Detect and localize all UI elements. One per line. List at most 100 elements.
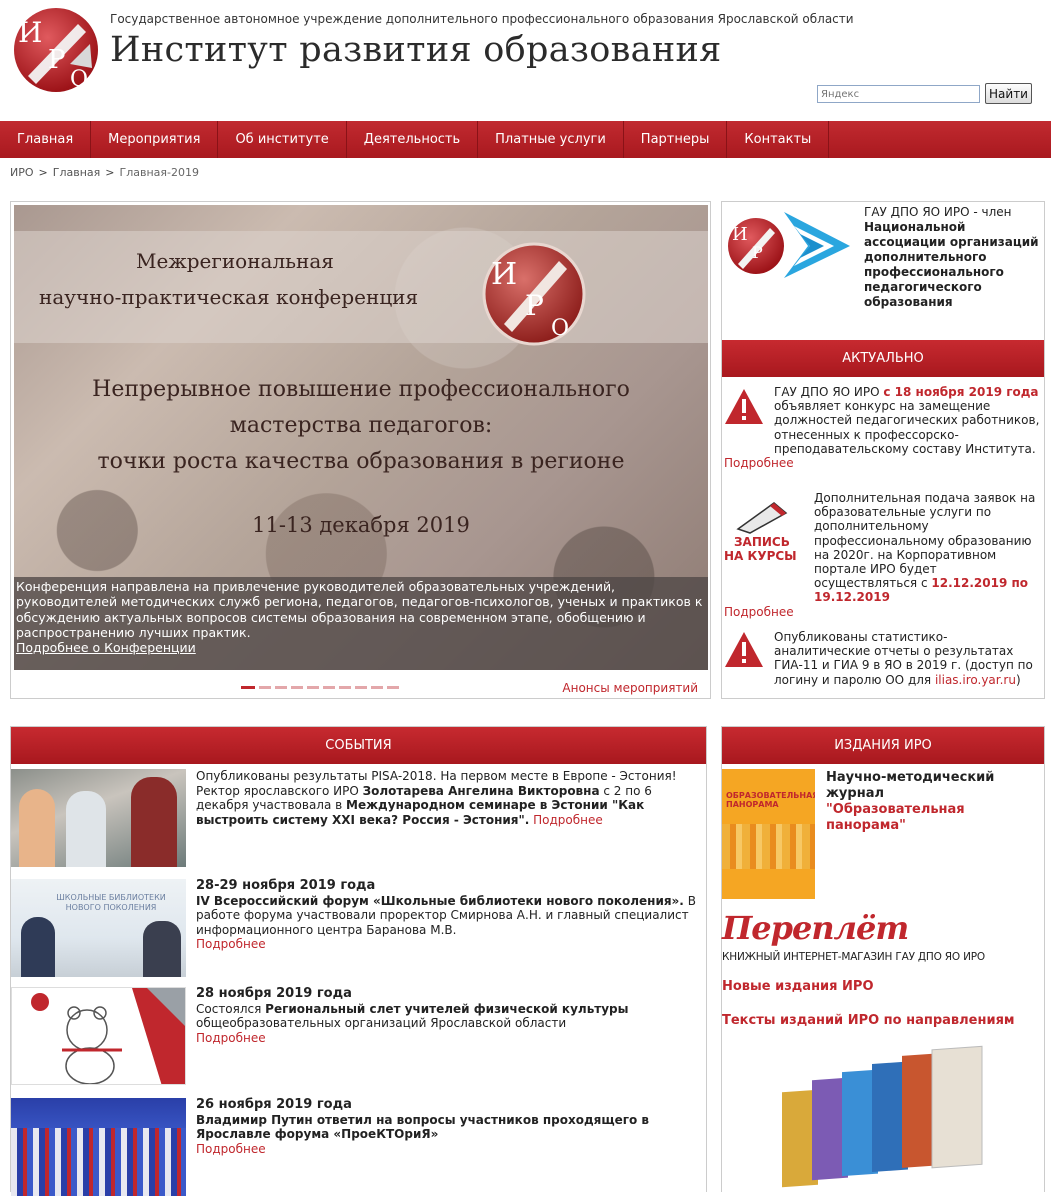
event-text-2: общеобразовательных организаций Ярославс… [196, 1016, 567, 1030]
warning-icon [725, 389, 763, 424]
aktual-item-date: с 18 ноября 2019 года [883, 385, 1039, 399]
event-photo[interactable] [11, 987, 186, 1085]
publication-texts-link[interactable]: Тексты изданий ИРО по направлениям [722, 1013, 1015, 1028]
ilias-link[interactable]: ilias.iro.yar.ru [935, 673, 1016, 687]
nav-item-home[interactable]: Главная [0, 121, 92, 158]
aktual-item: Опубликованы статистико-аналитические от… [724, 630, 1042, 687]
event-text-1: Состоялся [196, 1001, 266, 1016]
aktual-item: ЗАПИСЬ НА КУРСЫ Дополнительная подача за… [724, 491, 1042, 619]
slider-dot[interactable] [259, 686, 271, 689]
svg-text:И: И [732, 224, 748, 245]
association-logo[interactable]: И Р [726, 208, 852, 280]
main-nav: Главная Мероприятия Об институте Деятель… [0, 121, 1051, 158]
svg-text:О: О [551, 316, 569, 341]
journal-cover-title: ОБРАЗОВАТЕЛЬНАЯ ПАНОРАМА [726, 791, 815, 809]
slide-heading-line1: Межрегиональная [136, 249, 334, 273]
event-more-link[interactable]: Подробнее [196, 1142, 266, 1156]
event-text-bold-1[interactable]: Владимир Путин ответил на вопросы участн… [196, 1113, 649, 1142]
svg-text:И: И [18, 16, 42, 49]
nav-item-partners[interactable]: Партнеры [624, 121, 728, 158]
event-date: 28 ноября 2019 года [196, 986, 352, 1001]
slider-dot[interactable] [241, 686, 255, 689]
events-section: События Опубликованы результаты PISA-201… [10, 726, 707, 1196]
slide-topic-line2: мастерства педагогов: [229, 413, 493, 438]
books-stack-image[interactable] [772, 1043, 992, 1188]
slider-dot[interactable] [355, 686, 367, 689]
event-item: Опубликованы результаты PISA-2018. На пе… [11, 769, 706, 869]
course-image-line2: НА КУРСЫ [724, 549, 797, 563]
right-sidebar-top: И Р ГАУ ДПО ЯО ИРО - член Национальной а… [721, 201, 1045, 699]
conference-more-link[interactable]: Подробнее о Конференции [16, 640, 196, 655]
search-input[interactable] [817, 85, 980, 103]
iro-logo[interactable]: И Р О [8, 6, 104, 94]
event-more-link[interactable]: Подробнее [196, 937, 266, 951]
slide-heading-line2: научно-практическая конференция [39, 285, 419, 309]
nav-item-paid-services[interactable]: Платные услуги [478, 121, 624, 158]
slider-dot[interactable] [339, 686, 351, 689]
event-text-bold-1: Золотарева Ангелина Викторовна [362, 783, 600, 798]
slide-caption-text: Конференция направлена на привлечение ру… [16, 579, 703, 640]
pen-icon [736, 502, 788, 534]
svg-text:Р: Р [752, 243, 763, 262]
slider-dot[interactable] [275, 686, 287, 689]
event-photo[interactable]: ШКОЛЬНЫЕ БИБЛИОТЕКИ НОВОГО ПОКОЛЕНИЯ [11, 879, 186, 977]
events-heading: События [11, 727, 706, 764]
nav-item-about[interactable]: Об институте [218, 121, 347, 158]
event-more-link[interactable]: Подробнее [529, 813, 603, 827]
nav-item-contacts[interactable]: Контакты [727, 121, 830, 158]
slider-dot[interactable] [323, 686, 335, 689]
aktual-more-link[interactable]: Подробнее [724, 456, 794, 470]
org-full-name: Государственное автономное учреждение до… [110, 12, 854, 26]
warning-icon [725, 632, 763, 667]
new-publications-link[interactable]: Новые издания ИРО [722, 979, 874, 994]
svg-text:Р: Р [48, 45, 66, 75]
aktual-item-text-post: объявляет конкурс на замещение должносте… [774, 399, 1040, 456]
aktual-item-text: ГАУ ДПО ЯО ИРО с 18 ноября 2019 года объ… [724, 385, 1042, 456]
event-item: 28 ноября 2019 года Состоялся Региональн… [11, 986, 706, 1087]
course-enrollment-image[interactable]: ЗАПИСЬ НА КУРСЫ [724, 499, 806, 569]
event-text: 28 ноября 2019 года Состоялся Региональн… [196, 986, 706, 1045]
association-prefix: ГАУ ДПО ЯО ИРО - член [864, 205, 1012, 219]
slide-date: 11-13 декабря 2019 [252, 513, 470, 537]
event-item: ШКОЛЬНЫЕ БИБЛИОТЕКИ НОВОГО ПОКОЛЕНИЯ 28-… [11, 878, 706, 979]
pereplet-logo[interactable]: Переплёт [722, 909, 909, 947]
event-text-bold-1[interactable]: IV Всероссийский форум «Школьные библиот… [196, 894, 684, 908]
publications-heading: Издания ИРО [722, 727, 1044, 764]
nav-item-activity[interactable]: Деятельность [347, 121, 479, 158]
slider-dot[interactable] [307, 686, 319, 689]
breadcrumb: ИРО > Главная > Главная-2019 [10, 166, 199, 179]
slide-image[interactable]: Межрегиональная научно-практическая конф… [14, 205, 708, 670]
breadcrumb-home[interactable]: Главная [53, 166, 101, 179]
announcements-link[interactable]: Анонсы мероприятий [562, 681, 698, 695]
association-name[interactable]: Национальной ассоциации организаций допо… [864, 220, 1039, 309]
nav-item-events[interactable]: Мероприятия [91, 121, 219, 158]
journal-title: Научно-методический журнал "Образователь… [826, 770, 1036, 834]
slider-dot[interactable] [371, 686, 383, 689]
slide-caption: Конференция направлена на привлечение ру… [14, 577, 708, 670]
breadcrumb-separator: > [38, 166, 48, 179]
breadcrumb-current: Главная-2019 [119, 166, 199, 179]
aktual-item-text-post: ) [1015, 672, 1021, 687]
slider-dot[interactable] [387, 686, 399, 689]
association-text: ГАУ ДПО ЯО ИРО - член Национальной ассоц… [864, 205, 1044, 310]
slider-dot[interactable] [291, 686, 303, 689]
aktual-item-text: Опубликованы статистико-аналитические от… [724, 630, 1042, 687]
site-title[interactable]: Институт развития образования [110, 30, 721, 70]
event-date: 26 ноября 2019 года [196, 1097, 352, 1112]
svg-text:Р: Р [525, 289, 544, 322]
event-text: Опубликованы результаты PISA-2018. На пе… [196, 769, 706, 827]
journal-name-link[interactable]: "Образовательная панорама" [826, 802, 965, 833]
journal-cover[interactable]: ОБРАЗОВАТЕЛЬНАЯ ПАНОРАМА [722, 769, 815, 899]
conference-slider: Межрегиональная научно-практическая конф… [10, 201, 711, 699]
breadcrumb-iro[interactable]: ИРО [10, 166, 34, 179]
search-button[interactable]: Найти [985, 83, 1032, 104]
event-item: 26 ноября 2019 года Владимир Путин ответ… [11, 1097, 706, 1198]
event-text-bold-1[interactable]: Региональный слет учителей физической ку… [265, 1002, 628, 1016]
aktual-more-link[interactable]: Подробнее [724, 605, 794, 619]
event-more-link[interactable]: Подробнее [196, 1031, 266, 1045]
breadcrumb-separator: > [105, 166, 115, 179]
site-header: И Р О Государственное автономное учрежде… [0, 0, 1051, 120]
event-photo[interactable] [11, 769, 186, 867]
svg-text:И: И [491, 257, 517, 292]
event-photo[interactable] [11, 1098, 186, 1196]
